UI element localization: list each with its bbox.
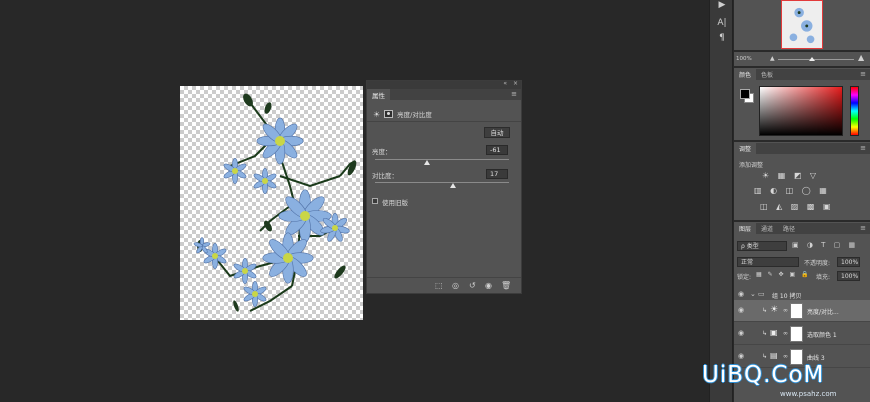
separator	[734, 50, 870, 52]
contrast-slider-thumb[interactable]	[449, 183, 456, 188]
divider	[367, 121, 521, 122]
clip-to-layer-icon[interactable]: ⬚	[435, 281, 443, 290]
zoom-slider[interactable]	[778, 59, 854, 60]
link-icon: ∞	[783, 307, 788, 314]
visibility-eye-icon[interactable]: ◉	[738, 306, 744, 314]
visibility-eye-icon[interactable]: ◉	[738, 329, 744, 337]
brightness-label: 亮度：	[372, 148, 392, 156]
layer-row[interactable]: ◉ ↳ ▣ ∞ 选取颜色 1	[734, 323, 870, 345]
adjustment-icons-row-2[interactable]: ▥ ◐ ◫ ◯ ▦	[754, 186, 830, 195]
adjustment-header: ☀ 亮度/对比度	[373, 109, 432, 120]
document-canvas[interactable]	[180, 86, 363, 320]
curves-icon: ▤	[770, 351, 778, 360]
layer-name: 亮度/对比...	[807, 309, 839, 316]
navigator-thumbnail[interactable]	[781, 0, 823, 49]
adjustment-icons-row-3[interactable]: ◫ ◭ ▨ ▩ ▣	[760, 202, 834, 211]
tab-swatches[interactable]: 色板	[756, 69, 778, 80]
layer-row-selected[interactable]: ◉ ↳ ☀ ∞ 亮度/对比...	[734, 300, 870, 322]
zoom-readout: 100%	[736, 56, 752, 62]
color-panel-header: 颜色 色板 ≡	[734, 69, 870, 80]
zoom-slider-thumb[interactable]	[809, 57, 815, 61]
clip-arrow-icon: ↳	[762, 353, 768, 360]
layer-name: 曲线 3	[807, 355, 825, 362]
adjustments-hint: 添加调整	[739, 162, 764, 169]
mask-icon[interactable]	[384, 110, 394, 118]
link-icon: ∞	[783, 330, 788, 337]
fill-input[interactable]: 100%	[837, 271, 860, 281]
adjustment-title: 亮度/对比度	[397, 111, 432, 119]
layer-mask-thumbnail[interactable]	[790, 303, 803, 319]
legacy-checkbox[interactable]	[372, 198, 378, 204]
layers-panel-header: 图层 通道 路径 ≡	[734, 223, 870, 234]
layer-filter-kind-select[interactable]: ρ 类型	[737, 241, 787, 251]
tab-layers[interactable]: 图层	[734, 223, 757, 234]
paragraph-panel-icon[interactable]: ¶	[710, 33, 734, 43]
selective-color-icon: ▣	[770, 328, 778, 337]
tab-properties[interactable]: 属性	[367, 89, 390, 100]
character-panel-icon[interactable]: A|	[710, 18, 734, 28]
trash-icon[interactable]: 🗑	[501, 281, 511, 290]
site-watermark: UiBQ.CoM	[702, 362, 825, 388]
clip-arrow-icon: ↳	[762, 307, 768, 314]
tab-adjustments[interactable]: 调整	[734, 143, 757, 154]
view-previous-icon[interactable]: ◎	[452, 281, 459, 290]
legacy-checkbox-label: 使用旧版	[382, 199, 408, 207]
layer-name: 组 10 拷贝	[772, 293, 802, 300]
brightness-slider-thumb[interactable]	[424, 160, 431, 165]
flower-artwork	[193, 93, 357, 312]
link-icon: ∞	[783, 353, 788, 360]
opacity-input[interactable]: 100%	[837, 257, 860, 267]
hue-slider[interactable]	[850, 86, 859, 136]
sun-icon: ☀	[770, 305, 779, 315]
chevron-down-icon[interactable]: ⌄	[750, 290, 756, 298]
folder-icon: ▭	[758, 290, 765, 298]
layer-name: 选取颜色 1	[807, 332, 837, 339]
properties-panel: « × 属性 ≡ ☀ 亮度/对比度 自动 亮度： -61 对比度： 17 使用旧…	[366, 80, 522, 294]
close-icon[interactable]: ×	[513, 80, 518, 87]
layer-filter-icons[interactable]: ▣ ◑ T ▢ ▦	[792, 241, 858, 249]
site-watermark-url: www.psahz.com	[780, 390, 837, 398]
properties-titlebar[interactable]: « ×	[367, 80, 521, 89]
separator	[734, 140, 870, 142]
visibility-icon[interactable]: ◉	[485, 281, 492, 290]
separator	[734, 220, 870, 222]
panel-menu-icon[interactable]: ≡	[511, 90, 517, 98]
collapse-icon[interactable]: «	[503, 80, 507, 87]
panel-menu-icon[interactable]: ≡	[860, 70, 866, 78]
tab-color[interactable]: 颜色	[734, 69, 757, 80]
visibility-eye-icon[interactable]: ◉	[738, 290, 744, 298]
tab-paths[interactable]: 路径	[778, 223, 800, 234]
foreground-color-swatch[interactable]	[740, 89, 750, 99]
visibility-eye-icon[interactable]: ◉	[738, 352, 744, 360]
panel-menu-icon[interactable]: ≡	[860, 144, 866, 152]
clip-arrow-icon: ↳	[762, 330, 768, 337]
panel-menu-icon[interactable]: ≡	[860, 224, 866, 232]
expand-panels-icon[interactable]: ▶	[710, 0, 734, 10]
contrast-label: 对比度：	[372, 172, 398, 180]
contrast-slider-track[interactable]	[375, 182, 509, 183]
properties-footer: ⬚ ◎ ↺ ◉ 🗑	[367, 277, 521, 293]
blend-mode-select[interactable]: 正常	[737, 257, 799, 267]
opacity-label: 不透明度:	[804, 260, 831, 267]
brightness-slider-track[interactable]	[375, 159, 509, 160]
reset-icon[interactable]: ↺	[469, 281, 476, 290]
panel-icon-column: ▶ A| ¶	[709, 0, 733, 402]
separator	[734, 66, 870, 68]
navigator-preview	[782, 1, 822, 48]
sun-icon: ☀	[373, 109, 381, 119]
layer-mask-thumbnail[interactable]	[790, 326, 803, 342]
fill-label: 填充:	[816, 274, 831, 281]
zoom-in-icon[interactable]: ▲	[858, 53, 864, 62]
zoom-out-icon[interactable]: ▲	[770, 55, 775, 62]
adjustments-panel-header: 调整 ≡	[734, 143, 870, 154]
color-picker-field[interactable]	[759, 86, 843, 136]
lock-label: 锁定:	[737, 274, 752, 281]
brightness-value-input[interactable]: -61	[486, 145, 508, 155]
lock-icons[interactable]: ▦ ✎ ✥ ▣ 🔒	[756, 271, 811, 278]
adjustment-icons-row-1[interactable]: ☀ ▦ ◩ ▽	[762, 171, 819, 180]
properties-tab-row: 属性 ≡	[367, 89, 521, 100]
auto-button[interactable]: 自动	[484, 127, 510, 138]
tab-channels[interactable]: 通道	[756, 223, 778, 234]
contrast-value-input[interactable]: 17	[486, 169, 508, 179]
